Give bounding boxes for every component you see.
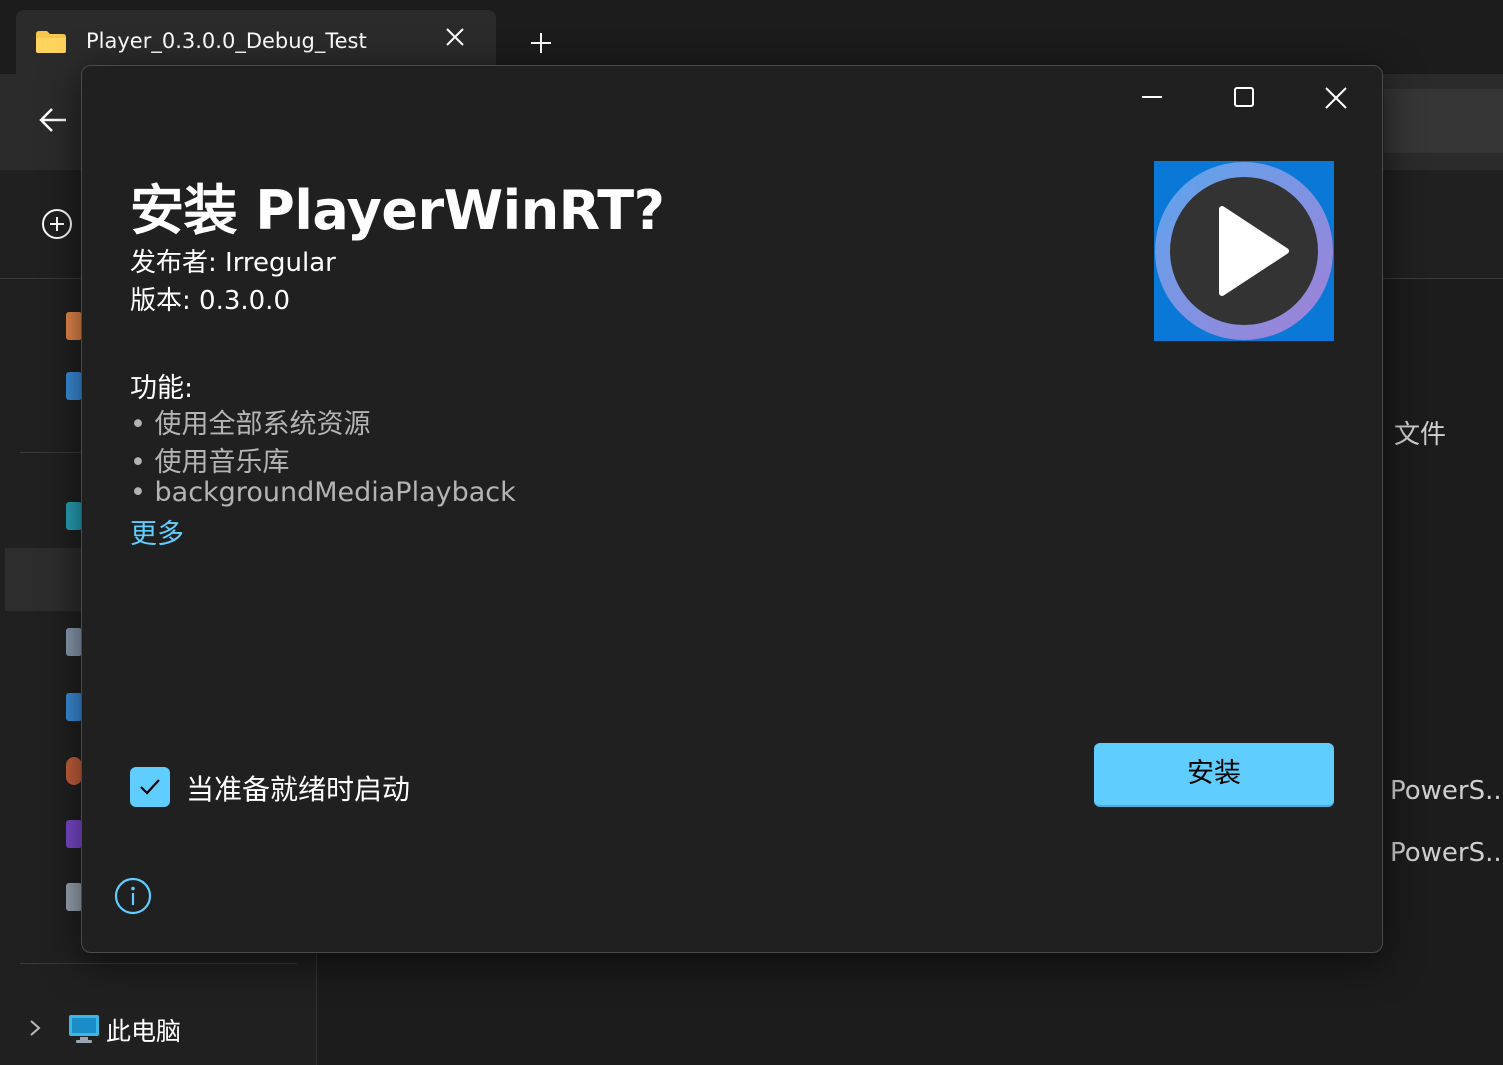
music-icon[interactable] [66, 757, 82, 785]
close-icon [1325, 87, 1347, 109]
close-button[interactable] [1290, 66, 1382, 128]
new-tab-icon[interactable] [528, 30, 554, 56]
desktop-icon[interactable] [66, 502, 82, 530]
app-installer-dialog: 安装 PlayerWinRT? 发布者: Irregular 版本: 0.3.0… [81, 65, 1383, 953]
capability-item: • 使用音乐库 [130, 447, 290, 478]
info-icon[interactable] [114, 877, 152, 915]
tab-close-icon[interactable] [444, 26, 466, 48]
content-item-label[interactable]: 文件 [1394, 414, 1446, 451]
folder-icon [36, 31, 66, 53]
install-button[interactable]: 安装 [1094, 743, 1334, 807]
checkmark-icon [140, 779, 160, 795]
sidebar-selected-item[interactable] [5, 548, 85, 611]
capability-item: • 使用全部系统资源 [130, 409, 371, 440]
capability-item: • backgroundMediaPlayback [130, 477, 516, 508]
home-icon[interactable] [66, 312, 82, 340]
documents-icon[interactable] [66, 628, 82, 656]
dialog-title: 安装 PlayerWinRT? [130, 179, 665, 242]
pictures-icon[interactable] [66, 693, 82, 721]
chevron-right-icon[interactable] [26, 1016, 44, 1040]
more-link[interactable]: 更多 [130, 512, 184, 551]
sidebar-divider [20, 963, 297, 964]
recycle-bin-icon[interactable] [66, 883, 82, 911]
computer-icon [68, 1014, 100, 1044]
maximize-icon [1234, 87, 1254, 107]
capabilities-header: 功能: [130, 373, 194, 404]
new-item-icon[interactable] [40, 207, 74, 241]
back-arrow-icon[interactable] [38, 106, 70, 134]
publisher-text: 发布者: Irregular [130, 248, 336, 278]
address-bar[interactable] [1384, 89, 1503, 153]
app-logo [1154, 161, 1334, 341]
sidebar-item-this-pc[interactable]: 此电脑 [106, 1012, 181, 1048]
tab-title: Player_0.3.0.0_Debug_Test [86, 29, 367, 53]
minimize-button[interactable] [1106, 66, 1198, 128]
content-item-label[interactable]: PowerS... [1390, 776, 1503, 806]
content-item-label[interactable]: PowerS... [1390, 838, 1503, 868]
minimize-icon [1142, 96, 1162, 98]
play-icon [1155, 162, 1333, 340]
launch-when-ready-checkbox[interactable] [130, 767, 170, 807]
videos-icon[interactable] [66, 820, 82, 848]
version-text: 版本: 0.3.0.0 [130, 286, 290, 316]
launch-when-ready-label[interactable]: 当准备就绪时启动 [186, 768, 410, 808]
sidebar-divider [20, 452, 82, 453]
gallery-icon[interactable] [66, 372, 82, 400]
maximize-button[interactable] [1198, 66, 1290, 128]
